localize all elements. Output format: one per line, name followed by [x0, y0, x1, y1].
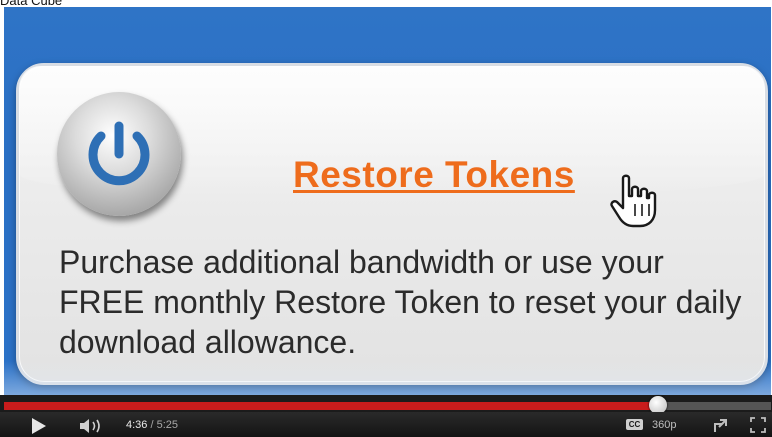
- time-display: 4:36 / 5:25: [126, 419, 178, 431]
- popout-icon[interactable]: [712, 417, 728, 433]
- slide-card: Restore Tokens Purchase additional bandw…: [16, 63, 768, 385]
- power-icon: [88, 121, 150, 186]
- current-time: 4:36: [126, 419, 148, 431]
- hand-pointer-icon: [610, 174, 657, 228]
- duration: / 5:25: [147, 419, 178, 431]
- fullscreen-icon[interactable]: [750, 417, 766, 433]
- progress-played: [4, 402, 656, 410]
- restore-tokens-link[interactable]: Restore Tokens: [293, 154, 575, 196]
- cc-button[interactable]: CC: [626, 419, 643, 430]
- power-button-graphic: [57, 92, 181, 216]
- volume-icon[interactable]: [78, 417, 106, 435]
- play-icon[interactable]: [32, 418, 46, 434]
- video-frame[interactable]: Restore Tokens Purchase additional bandw…: [4, 7, 771, 395]
- quality-button[interactable]: 360p: [652, 419, 676, 431]
- slide-description: Purchase additional bandwidth or use you…: [59, 244, 742, 360]
